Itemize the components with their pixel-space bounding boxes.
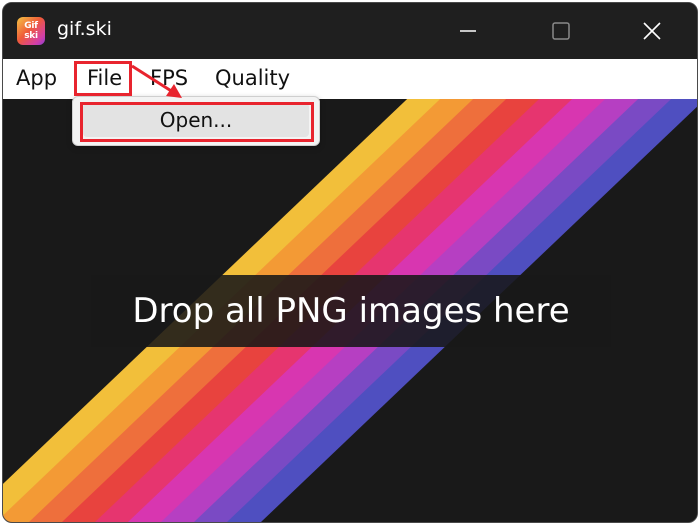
maximize-button[interactable] [537,13,583,49]
minimize-icon [460,30,476,32]
logo-text-top: Gif [24,21,38,31]
title-bar[interactable]: Gif ski gif.ski [3,3,697,59]
menu-quality[interactable]: Quality [215,63,290,93]
menu-app[interactable]: App [16,63,57,93]
logo-text-bottom: ski [24,31,38,41]
menu-item-open[interactable]: Open... [83,103,309,137]
drop-prompt-box: Drop all PNG images here [91,275,611,347]
app-window: Gif ski gif.ski App File FPS Quality Dro… [2,2,698,523]
menu-fps[interactable]: FPS [150,63,188,93]
gifski-logo-icon: Gif ski [17,17,45,45]
close-icon [643,22,661,40]
maximize-icon [552,22,570,40]
file-menu-dropdown: Open... [72,96,320,146]
minimize-button[interactable] [445,13,491,49]
window-title: gif.ski [57,18,112,40]
menu-file[interactable]: File [87,63,122,93]
close-button[interactable] [629,13,675,49]
drop-prompt-text: Drop all PNG images here [132,291,570,331]
drop-area[interactable]: Drop all PNG images here [3,99,697,522]
menu-bar: App File FPS Quality [3,59,697,99]
